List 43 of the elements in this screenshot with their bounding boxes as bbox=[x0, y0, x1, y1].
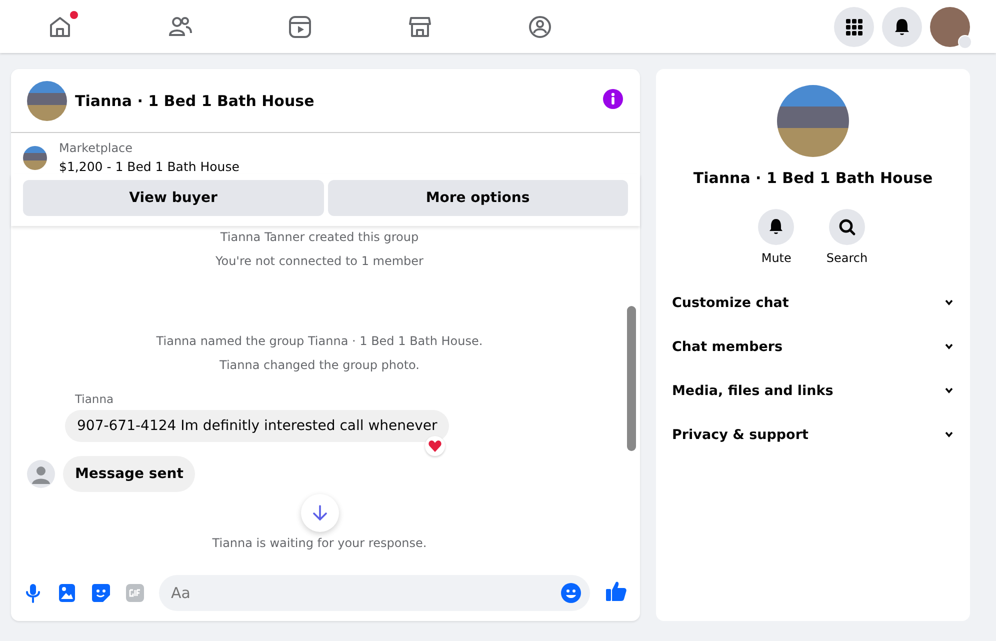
listing-photo bbox=[23, 146, 47, 170]
system-message: Tianna named the group Tianna · 1 Bed 1 Bath House. bbox=[155, 334, 484, 348]
message-bubble: Message sent bbox=[63, 456, 196, 492]
section-item[interactable]: Chat members bbox=[664, 325, 962, 369]
more-options-button[interactable]: More options bbox=[328, 180, 628, 216]
person-icon bbox=[27, 460, 55, 488]
group-name: Tianna · 1 Bed 1 Bath House bbox=[693, 169, 933, 187]
toolbar-button[interactable] bbox=[91, 583, 111, 603]
arrow-down-icon bbox=[310, 504, 328, 522]
microphone-icon bbox=[23, 583, 43, 603]
scroll-down-button[interactable] bbox=[300, 494, 338, 532]
listing-summary: $1,200 - 1 Bed 1 Bath House bbox=[59, 159, 240, 174]
video-icon bbox=[287, 14, 313, 40]
section-item[interactable]: Privacy & support bbox=[664, 413, 962, 457]
sticker-icon bbox=[91, 583, 111, 603]
listing-source: Marketplace bbox=[59, 141, 134, 155]
chat-title: Tianna · 1 Bed 1 Bath House bbox=[75, 92, 316, 110]
system-message: Tianna is waiting for your response. bbox=[211, 536, 428, 550]
message-field[interactable]: Aa bbox=[159, 575, 590, 611]
group-icon bbox=[527, 14, 553, 40]
profile-avatar[interactable] bbox=[930, 6, 970, 46]
sender-name: Tianna bbox=[75, 392, 115, 406]
section-item[interactable]: Media, files and links bbox=[664, 369, 962, 413]
gif-icon bbox=[125, 583, 145, 603]
system-message: Tianna Tanner created this group bbox=[219, 230, 420, 244]
notifications-button[interactable] bbox=[882, 6, 922, 46]
grid-icon bbox=[844, 16, 864, 36]
view-buyer-button[interactable]: View buyer bbox=[23, 180, 324, 216]
toolbar-button[interactable] bbox=[57, 583, 77, 603]
scrollbar-thumb[interactable] bbox=[627, 306, 636, 451]
search-icon bbox=[838, 218, 856, 236]
group-photo bbox=[27, 80, 67, 120]
emoji-icon bbox=[560, 582, 582, 604]
thumbs-up-icon bbox=[604, 579, 628, 603]
section-item[interactable]: Customize chat bbox=[664, 281, 962, 325]
image-icon bbox=[57, 583, 77, 603]
system-message: Tianna changed the group photo. bbox=[218, 358, 420, 372]
bell-icon bbox=[767, 218, 786, 236]
system-message: You're not connected to 1 member bbox=[214, 254, 424, 268]
toolbar-button[interactable] bbox=[23, 583, 43, 603]
bell-icon bbox=[892, 16, 912, 36]
menu-button[interactable] bbox=[834, 6, 874, 46]
info-icon bbox=[602, 88, 624, 110]
